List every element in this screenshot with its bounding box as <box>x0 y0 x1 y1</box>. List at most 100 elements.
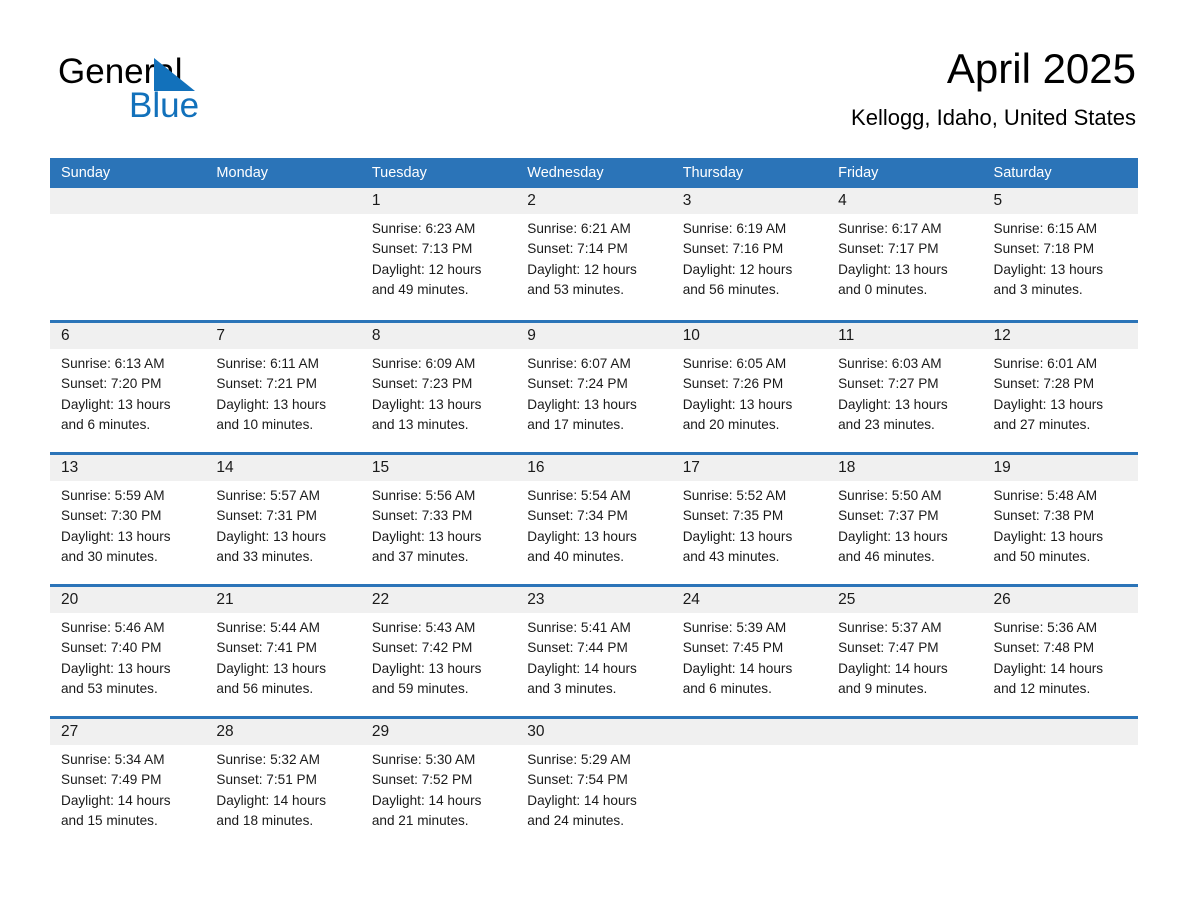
daylight-text-line2: and 18 minutes. <box>216 812 314 828</box>
calendar-day-cell[interactable]: 16 Sunrise: 5:54 AM Sunset: 7:34 PM Dayligh… <box>516 455 672 584</box>
calendar-day-cell[interactable]: 28 Sunrise: 5:32 AM Sunset: 7:51 PM Dayligh… <box>205 719 361 848</box>
sunrise-text: Sunrise: 6:19 AM <box>682 221 787 236</box>
calendar-day-cell[interactable]: 23 Sunrise: 5:41 AM Sunset: 7:44 PM Dayligh… <box>516 587 672 716</box>
day-detail: Sunrise: 5:54 AM Sunset: 7:34 PM Daylight:… <box>516 481 671 567</box>
sunset-text: Sunset: 7:28 PM <box>993 376 1095 392</box>
calendar-day-cell[interactable]: 1 Sunrise: 6:23 AM Sunset: 7:13 PM Daylight… <box>360 188 517 320</box>
sunset-text: Sunset: 7:35 PM <box>682 508 784 524</box>
day-number-band: 15 <box>360 455 517 481</box>
daylight-text-line1: Daylight: 14 hours <box>216 792 326 808</box>
day-detail: Sunrise: 5:46 AM Sunset: 7:40 PM Daylight:… <box>50 613 205 699</box>
day-number-band: 13 <box>50 455 206 481</box>
weekday-header-row: Sunday Monday Tuesday Wednesday Thursday Frid… <box>50 158 1138 188</box>
daylight-text-line2: and 21 minutes. <box>371 812 469 828</box>
calendar-day-cell[interactable]: 3 Sunrise: 6:19 AM Sunset: 7:16 PM Daylight… <box>671 188 828 320</box>
daylight-text-line2: and 6 minutes. <box>682 680 772 696</box>
day-number-band: 9 <box>516 323 672 349</box>
day-number-band: 16 <box>516 455 672 481</box>
day-detail: Sunrise: 6:17 AM Sunset: 7:17 PM Daylight:… <box>827 214 982 300</box>
calendar-day-cell[interactable]: 18 Sunrise: 5:50 AM Sunset: 7:37 PM Dayligh… <box>827 455 983 584</box>
calendar-day-cell[interactable]: 6 Sunrise: 6:13 AM Sunset: 7:20 PM Daylight… <box>50 323 206 452</box>
title-block: April 2025 Kellogg, Idaho, United States <box>851 44 1136 131</box>
day-number: 19 <box>993 459 1011 476</box>
day-number-band: 14 <box>205 455 361 481</box>
calendar-day-cell[interactable]: 24 Sunrise: 5:39 AM Sunset: 7:45 PM Dayligh… <box>671 587 828 716</box>
day-number: 5 <box>993 192 1003 209</box>
day-number-band: 6 <box>50 323 206 349</box>
calendar-day-cell[interactable]: 15 Sunrise: 5:56 AM Sunset: 7:33 PM Dayligh… <box>360 455 517 584</box>
sunrise-text: Sunrise: 5:46 AM <box>61 620 165 635</box>
day-number: 12 <box>993 327 1011 344</box>
sunrise-text: Sunrise: 5:43 AM <box>371 620 476 635</box>
calendar-day-cell[interactable]: 9 Sunrise: 6:07 AM Sunset: 7:24 PM Daylight… <box>516 323 672 452</box>
calendar-day-cell[interactable]: 7 Sunrise: 6:11 AM Sunset: 7:21 PM Daylight… <box>205 323 361 452</box>
calendar-day-cell[interactable]: 5 Sunrise: 6:15 AM Sunset: 7:18 PM Daylight… <box>982 188 1138 320</box>
day-detail: Sunrise: 6:03 AM Sunset: 7:27 PM Daylight:… <box>827 349 982 435</box>
weekday-header-tuesday: Tuesday <box>371 165 427 181</box>
day-number-band: 25 <box>827 587 983 613</box>
sunset-text: Sunset: 7:54 PM <box>527 772 628 788</box>
day-number: 22 <box>371 591 390 608</box>
calendar-week-row: 1 Sunrise: 6:23 AM Sunset: 7:13 PM Daylight… <box>50 188 1138 320</box>
day-detail: Sunrise: 5:52 AM Sunset: 7:35 PM Daylight:… <box>672 481 827 567</box>
weekday-header-sunday: Sunday <box>61 165 111 181</box>
sunrise-text: Sunrise: 5:36 AM <box>993 620 1098 635</box>
day-number: 17 <box>682 459 700 476</box>
day-number-band: 4 <box>827 188 983 214</box>
daylight-text-line2: and 13 minutes. <box>371 416 469 432</box>
day-number: 1 <box>371 192 381 209</box>
day-number-band: 12 <box>982 323 1138 349</box>
day-number-band: 3 <box>671 188 828 214</box>
day-number: 20 <box>61 591 79 608</box>
daylight-text-line1: Daylight: 13 hours <box>527 528 637 544</box>
calendar-day-cell[interactable]: 10 Sunrise: 6:05 AM Sunset: 7:26 PM Dayligh… <box>671 323 828 452</box>
calendar-day-cell[interactable]: 27 Sunrise: 5:34 AM Sunset: 7:49 PM Dayligh… <box>50 719 206 848</box>
day-number-band: 29 <box>360 719 517 745</box>
calendar-day-cell[interactable]: 8 Sunrise: 6:09 AM Sunset: 7:23 PM Daylight… <box>360 323 517 452</box>
calendar-day-cell[interactable]: 21 Sunrise: 5:44 AM Sunset: 7:41 PM Dayligh… <box>205 587 361 716</box>
sunset-text: Sunset: 7:13 PM <box>371 241 473 257</box>
calendar-day-cell[interactable]: 25 Sunrise: 5:37 AM Sunset: 7:47 PM Dayligh… <box>827 587 983 716</box>
calendar-weeks: 1 Sunrise: 6:23 AM Sunset: 7:13 PM Daylight… <box>50 188 1138 848</box>
calendar-day-cell[interactable]: 12 Sunrise: 6:01 AM Sunset: 7:28 PM Dayligh… <box>982 323 1138 452</box>
day-number: 4 <box>838 192 847 209</box>
calendar-day-cell[interactable]: 14 Sunrise: 5:57 AM Sunset: 7:31 PM Dayligh… <box>205 455 361 584</box>
daylight-text-line1: Daylight: 13 hours <box>993 396 1104 412</box>
sunset-text: Sunset: 7:17 PM <box>838 241 939 257</box>
daylight-text-line2: and 3 minutes. <box>527 680 617 696</box>
sunset-text: Sunset: 7:30 PM <box>61 508 162 524</box>
sunrise-text: Sunrise: 6:01 AM <box>993 356 1098 371</box>
calendar-day-cell[interactable]: 13 Sunrise: 5:59 AM Sunset: 7:30 PM Dayligh… <box>50 455 206 584</box>
sunrise-text: Sunrise: 6:03 AM <box>838 356 942 371</box>
calendar-day-cell[interactable]: 11 Sunrise: 6:03 AM Sunset: 7:27 PM Dayligh… <box>827 323 983 452</box>
calendar-day-cell[interactable]: 22 Sunrise: 5:43 AM Sunset: 7:42 PM Dayligh… <box>360 587 517 716</box>
day-number-band <box>671 719 828 745</box>
calendar-day-cell[interactable]: 17 Sunrise: 5:52 AM Sunset: 7:35 PM Dayligh… <box>671 455 828 584</box>
calendar-day-cell[interactable]: 20 Sunrise: 5:46 AM Sunset: 7:40 PM Dayligh… <box>50 587 206 716</box>
day-number-band: 8 <box>360 323 517 349</box>
calendar-day-cell[interactable]: 30 Sunrise: 5:29 AM Sunset: 7:54 PM Dayligh… <box>516 719 672 848</box>
day-number-band: 10 <box>671 323 828 349</box>
daylight-text-line2: and 3 minutes. <box>993 281 1083 297</box>
calendar-day-cell[interactable]: 2 Sunrise: 6:21 AM Sunset: 7:14 PM Daylight… <box>516 188 672 320</box>
sunset-text: Sunset: 7:16 PM <box>682 241 784 257</box>
calendar-day-cell[interactable]: 29 Sunrise: 5:30 AM Sunset: 7:52 PM Dayligh… <box>360 719 517 848</box>
calendar-day-cell[interactable]: 4 Sunrise: 6:17 AM Sunset: 7:17 PM Daylight… <box>827 188 983 320</box>
sunset-text: Sunset: 7:51 PM <box>216 772 317 788</box>
general-blue-logo[interactable]: General Blue <box>58 52 318 132</box>
calendar-week-row: 6 Sunrise: 6:13 AM Sunset: 7:20 PM Daylight… <box>50 320 1138 452</box>
day-number: 23 <box>527 591 545 608</box>
daylight-text-line1: Daylight: 14 hours <box>61 792 171 808</box>
day-detail: Sunrise: 5:43 AM Sunset: 7:42 PM Daylight:… <box>361 613 516 699</box>
sunrise-text: Sunrise: 5:56 AM <box>371 488 476 503</box>
day-detail: Sunrise: 6:07 AM Sunset: 7:24 PM Daylight:… <box>516 349 671 435</box>
sunrise-text: Sunrise: 5:44 AM <box>216 620 320 635</box>
calendar-day-cell[interactable]: 26 Sunrise: 5:36 AM Sunset: 7:48 PM Dayligh… <box>982 587 1138 716</box>
day-number-band: 20 <box>50 587 206 613</box>
weekday-header-thursday: Thursday <box>682 165 744 181</box>
calendar-day-cell[interactable]: 19 Sunrise: 5:48 AM Sunset: 7:38 PM Dayligh… <box>982 455 1138 584</box>
day-detail: Sunrise: 6:11 AM Sunset: 7:21 PM Daylight:… <box>205 349 360 435</box>
daylight-text-line2: and 37 minutes. <box>371 548 469 564</box>
daylight-text-line1: Daylight: 13 hours <box>371 528 482 544</box>
daylight-text-line1: Daylight: 13 hours <box>61 528 171 544</box>
